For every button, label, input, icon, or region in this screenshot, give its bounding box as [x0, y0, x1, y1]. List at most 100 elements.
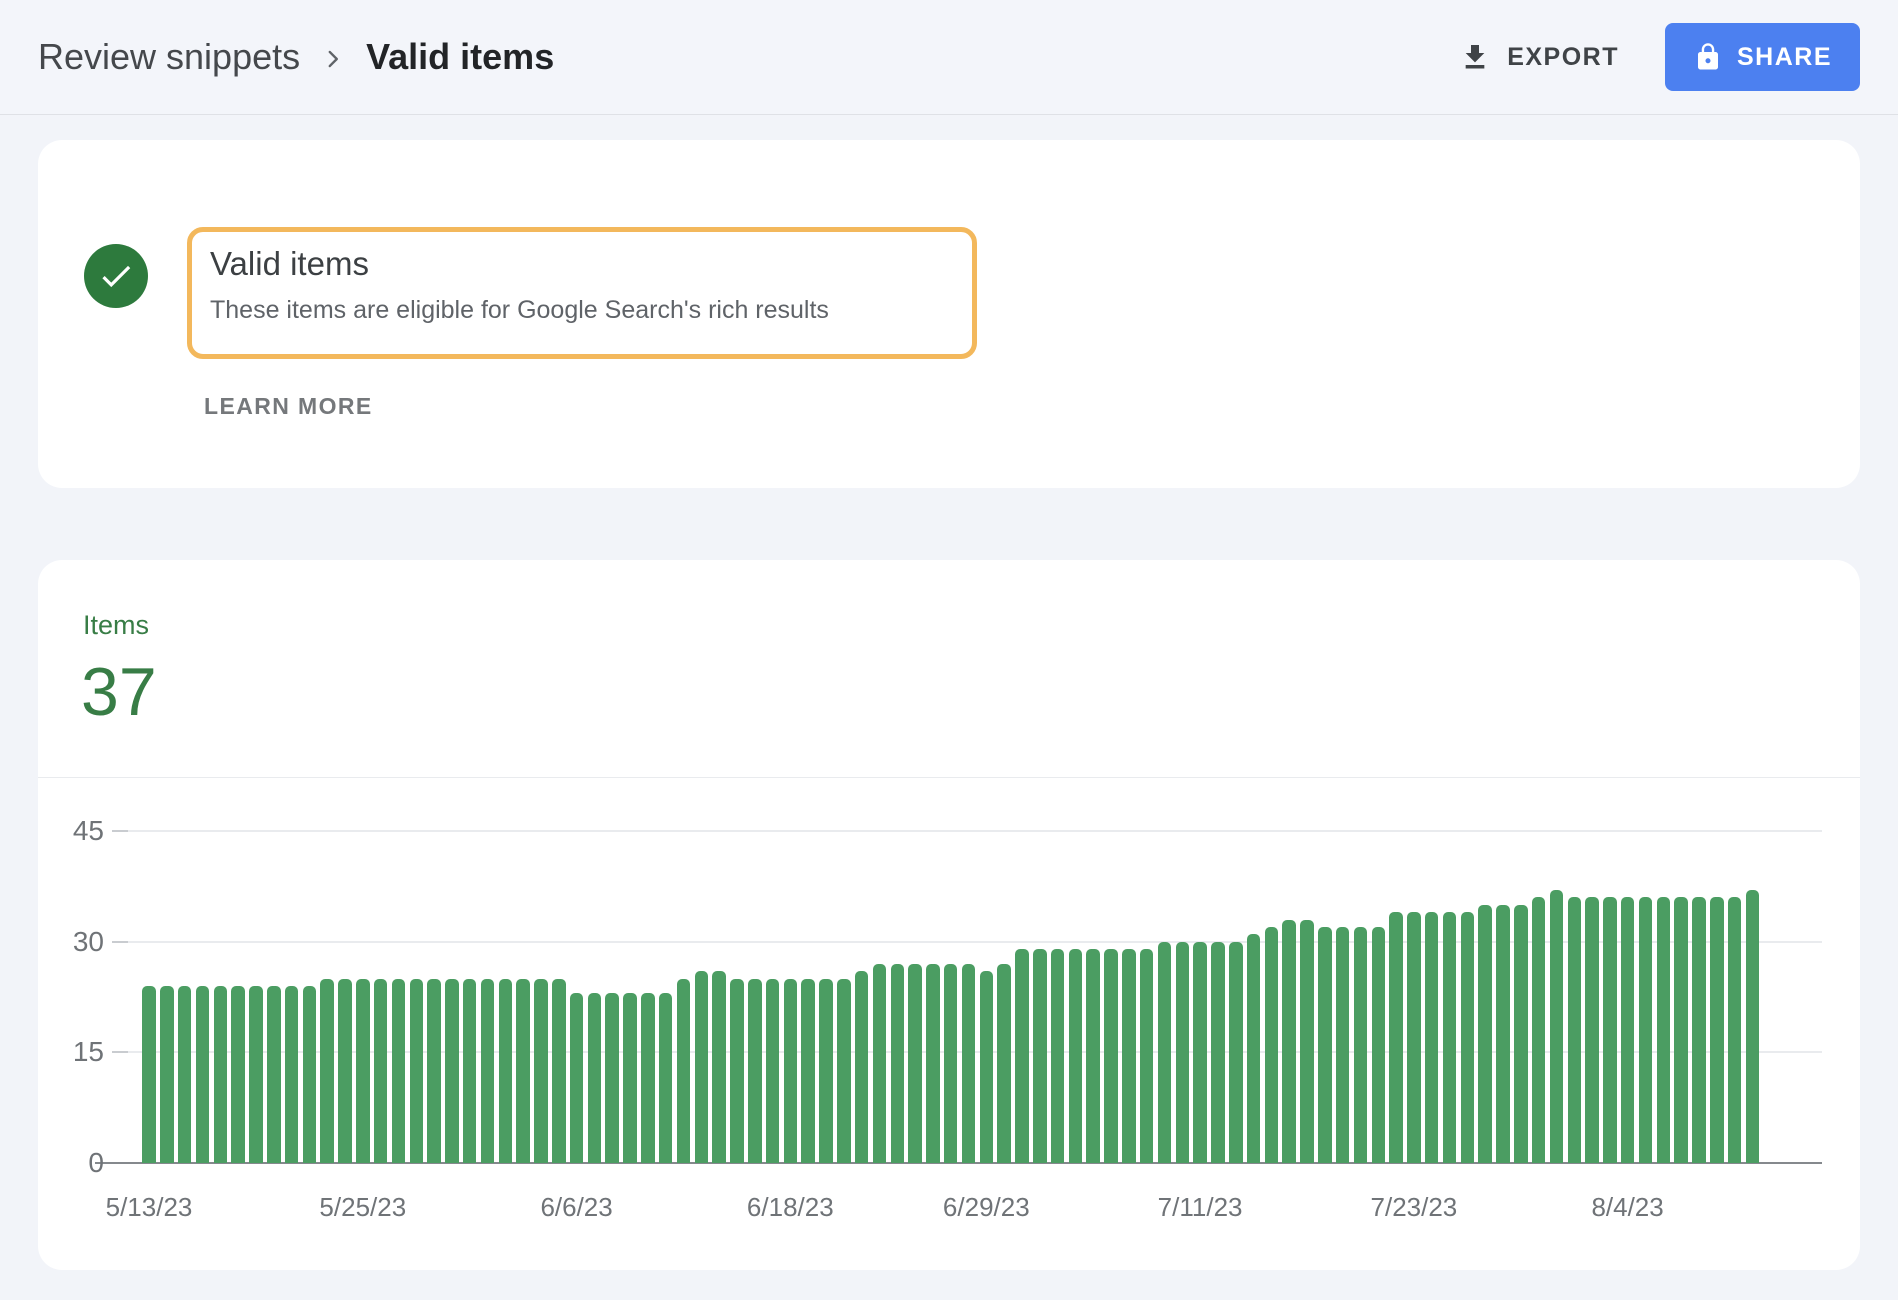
bar[interactable] [1140, 949, 1154, 1163]
bar[interactable] [1086, 949, 1100, 1163]
bar[interactable] [1069, 949, 1083, 1163]
share-button[interactable]: SHARE [1665, 23, 1860, 91]
bar[interactable] [1728, 897, 1742, 1163]
bar[interactable] [873, 964, 887, 1163]
bar[interactable] [356, 979, 370, 1163]
bar[interactable] [1710, 897, 1724, 1163]
bar[interactable] [231, 986, 245, 1163]
x-axis-label: 5/25/23 [283, 1192, 443, 1222]
bar[interactable] [1158, 942, 1172, 1163]
y-axis-label: 45 [38, 815, 104, 847]
bar[interactable] [1372, 927, 1386, 1163]
bar[interactable] [1282, 920, 1296, 1164]
bar[interactable] [499, 979, 513, 1163]
bar[interactable] [374, 979, 388, 1163]
bar[interactable] [962, 964, 976, 1163]
bar[interactable] [926, 964, 940, 1163]
bar[interactable] [784, 979, 798, 1163]
bar[interactable] [1496, 905, 1510, 1163]
learn-more-link[interactable]: LEARN MORE [204, 393, 373, 420]
bar[interactable] [570, 993, 584, 1163]
bar[interactable] [748, 979, 762, 1163]
bar[interactable] [1122, 949, 1136, 1163]
bar[interactable] [516, 979, 530, 1163]
bar[interactable] [320, 979, 334, 1163]
bar[interactable] [1051, 949, 1065, 1163]
bar[interactable] [1354, 927, 1368, 1163]
bar[interactable] [1532, 897, 1546, 1163]
bar[interactable] [1176, 942, 1190, 1163]
bar[interactable] [1033, 949, 1047, 1163]
bar[interactable] [1443, 912, 1457, 1163]
bar[interactable] [267, 986, 281, 1163]
bar[interactable] [1015, 949, 1029, 1163]
bar[interactable] [534, 979, 548, 1163]
bar[interactable] [1603, 897, 1617, 1163]
bar[interactable] [819, 979, 833, 1163]
bar[interactable] [1478, 905, 1492, 1163]
export-button[interactable]: EXPORT [1459, 41, 1619, 73]
bar[interactable] [1389, 912, 1403, 1163]
bar[interactable] [1247, 934, 1261, 1163]
bar[interactable] [1514, 905, 1528, 1163]
bar[interactable] [1265, 927, 1279, 1163]
bar[interactable] [1211, 942, 1225, 1163]
bar[interactable] [588, 993, 602, 1163]
bar[interactable] [1336, 927, 1350, 1163]
breadcrumb-parent-link[interactable]: Review snippets [38, 36, 300, 78]
bar[interactable] [178, 986, 192, 1163]
bar[interactable] [605, 993, 619, 1163]
bar[interactable] [552, 979, 566, 1163]
bar[interactable] [855, 971, 869, 1163]
bar[interactable] [712, 971, 726, 1163]
bar[interactable] [891, 964, 905, 1163]
bar[interactable] [392, 979, 406, 1163]
bar[interactable] [1425, 912, 1439, 1163]
bar[interactable] [1300, 920, 1314, 1164]
bar[interactable] [695, 971, 709, 1163]
bar[interactable] [801, 979, 815, 1163]
bar[interactable] [837, 979, 851, 1163]
bar[interactable] [1568, 897, 1582, 1163]
bar[interactable] [1193, 942, 1207, 1163]
bar[interactable] [997, 964, 1011, 1163]
bar[interactable] [249, 986, 263, 1163]
bar[interactable] [481, 979, 495, 1163]
bar[interactable] [1550, 890, 1564, 1163]
bar[interactable] [980, 971, 994, 1163]
bar[interactable] [285, 986, 299, 1163]
x-axis-label: 5/13/23 [69, 1192, 229, 1222]
y-axis-tick [112, 830, 128, 832]
bar[interactable] [1621, 897, 1635, 1163]
bar[interactable] [1692, 897, 1706, 1163]
bar[interactable] [445, 979, 459, 1163]
bar[interactable] [1104, 949, 1118, 1163]
bar[interactable] [1461, 912, 1475, 1163]
bar[interactable] [1657, 897, 1671, 1163]
bar[interactable] [160, 986, 174, 1163]
bar[interactable] [730, 979, 744, 1163]
bar[interactable] [1318, 927, 1332, 1163]
bar[interactable] [641, 993, 655, 1163]
bar[interactable] [944, 964, 958, 1163]
bar[interactable] [463, 979, 477, 1163]
bar[interactable] [1229, 942, 1243, 1163]
bar[interactable] [1674, 897, 1688, 1163]
bar[interactable] [677, 979, 691, 1163]
x-axis-label: 7/11/23 [1120, 1192, 1280, 1222]
bar[interactable] [303, 986, 317, 1163]
bar[interactable] [1407, 912, 1421, 1163]
bar[interactable] [410, 979, 424, 1163]
bar[interactable] [1639, 897, 1653, 1163]
bar[interactable] [142, 986, 156, 1163]
bar[interactable] [196, 986, 210, 1163]
bar[interactable] [766, 979, 780, 1163]
bar[interactable] [214, 986, 228, 1163]
bar[interactable] [427, 979, 441, 1163]
bar[interactable] [908, 964, 922, 1163]
bar[interactable] [623, 993, 637, 1163]
bar[interactable] [1585, 897, 1599, 1163]
bar[interactable] [659, 993, 673, 1163]
bar[interactable] [1746, 890, 1760, 1163]
bar[interactable] [338, 979, 352, 1163]
